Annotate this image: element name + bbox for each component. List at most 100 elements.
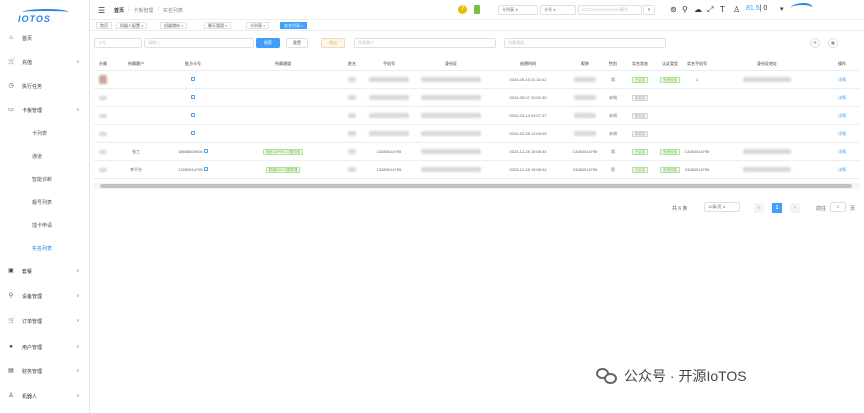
column-header[interactable]: 所属通道 <box>226 57 340 70</box>
filter-field-select[interactable]: 卡号 <box>94 38 142 48</box>
column-header[interactable]: 创建时间 <box>488 57 568 70</box>
current-page[interactable]: 1 <box>772 203 782 213</box>
hamburger-icon[interactable]: ☰ <box>98 6 105 15</box>
sidebar-sub-item[interactable]: 实名列表 <box>32 245 52 252</box>
channel-select[interactable]: 所属通道 <box>504 38 666 48</box>
tag-2[interactable]: 机器储存 × <box>160 22 188 29</box>
column-header[interactable]: 身份证 <box>414 57 488 70</box>
nickname-cell: 13280014795 <box>572 149 598 154</box>
robot-status-icon[interactable]: ♙ <box>733 5 740 14</box>
global-search-button[interactable]: ⚲ <box>643 5 655 15</box>
status-badge: 已实名 <box>624 161 656 178</box>
table-row: 李平台 13280014795 联通5G0-中国联通 13280014795 2023… <box>94 161 860 179</box>
detail-link[interactable]: 详情 <box>824 143 860 160</box>
sidebar-sub-item[interactable]: 靓号列表 <box>32 199 52 206</box>
export-button[interactable]: 导出 <box>321 38 345 48</box>
auth-type-cell <box>656 107 684 124</box>
copy-icon[interactable] <box>191 77 195 81</box>
tag-5[interactable]: 实名列表 × <box>280 22 308 29</box>
tag-1[interactable]: 机器人配置 × <box>116 22 148 29</box>
sidebar-item-n4[interactable]: ▤ 财务管理 ∨ <box>0 365 90 377</box>
robot-icon: ♙ <box>8 393 14 399</box>
copy-icon[interactable] <box>203 167 208 171</box>
copy-icon[interactable] <box>203 149 208 153</box>
sidebar-item-m3[interactable]: ▭ 卡板管理 ∧ <box>0 104 90 116</box>
sidebar-item-n1[interactable]: ⚲ 设备管理 ∨ <box>0 290 90 302</box>
sidebar-sub-item[interactable]: 插卡申请 <box>32 222 52 229</box>
fullscreen-icon[interactable]: ⤢ <box>707 5 713 15</box>
next-page-button[interactable]: › <box>790 203 800 213</box>
sidebar-sub-item[interactable]: 卡列表 <box>32 130 47 137</box>
copy-icon[interactable] <box>191 131 195 135</box>
battery-icon[interactable] <box>474 5 480 14</box>
sidebar-item-m0[interactable]: ⌂ 首页 <box>0 32 90 44</box>
detail-link[interactable]: 详情 <box>824 107 860 124</box>
columns-button[interactable]: ▦ <box>828 38 838 48</box>
copy-icon[interactable] <box>191 113 195 117</box>
column-header[interactable]: 所属客户 <box>112 57 160 70</box>
zoom-icon[interactable]: ⚲ <box>682 5 688 14</box>
breadcrumb: 首页 / 卡板管理 / 实名列表 <box>114 7 183 14</box>
sidebar-item-n5[interactable]: ♙ 机器人 ∨ <box>0 390 90 402</box>
sidebar-sub-item[interactable]: 智能诊断 <box>32 176 52 183</box>
cloud-icon[interactable]: ☁ <box>694 5 702 14</box>
tag-3[interactable]: 聊天管理 × <box>204 22 232 29</box>
sidebar-sub-item[interactable]: 通道 <box>32 153 42 160</box>
customer-cell <box>112 89 160 106</box>
tag-4[interactable]: 卡列表 × <box>246 22 270 29</box>
column-header[interactable]: 实名状态 <box>624 57 656 70</box>
column-header[interactable]: 认证类型 <box>656 57 684 70</box>
type-select[interactable]: 卡列表 ∨ <box>498 5 538 15</box>
gender-cell: 未知 <box>609 112 617 118</box>
user-avatar[interactable] <box>787 3 815 13</box>
field-select[interactable]: 卡号 ∨ <box>540 5 576 15</box>
global-search-input[interactable]: ICCID/MSISDN/IMSI/靓号 <box>578 5 642 15</box>
goto-page-input[interactable]: 1 <box>830 202 846 212</box>
detail-link[interactable]: 详情 <box>824 71 860 88</box>
user-dropdown-icon[interactable]: ▾ <box>780 5 784 13</box>
phone-cell <box>364 107 414 124</box>
card-number-cell <box>160 71 226 88</box>
column-header[interactable]: 昵称 <box>568 57 602 70</box>
refresh-button[interactable]: ⟳ <box>810 38 820 48</box>
tag-0[interactable]: 首页 <box>96 22 112 29</box>
filter-keyword-input[interactable]: 请输入 <box>144 38 254 48</box>
sidebar-item-m2[interactable]: ◷ 执行任务 <box>0 80 90 92</box>
search-button[interactable]: 搜索 <box>256 38 280 48</box>
copy-icon[interactable] <box>191 95 195 99</box>
phone-cell <box>364 125 414 142</box>
sidebar-item-label: 套餐 <box>22 268 33 275</box>
column-header[interactable]: 姓名 <box>340 57 364 70</box>
breadcrumb-home[interactable]: 首页 <box>114 7 124 14</box>
font-size-icon[interactable]: T <box>720 5 725 14</box>
sidebar-item-n2[interactable]: 🛒 订单管理 ∨ <box>0 315 90 327</box>
column-header[interactable]: 性别 <box>602 57 624 70</box>
column-header[interactable]: 头像 <box>94 57 112 70</box>
prev-page-button[interactable]: ‹ <box>754 203 764 213</box>
sidebar-item-n3[interactable]: ● 用户管理 ∨ <box>0 341 90 353</box>
detail-link[interactable]: 详情 <box>824 161 860 178</box>
page-size-select[interactable]: 10条/页 ∨ <box>704 202 740 212</box>
column-header[interactable]: 手机号 <box>364 57 414 70</box>
column-header[interactable]: 实名手机号 <box>684 57 710 70</box>
gender-cell: 男 <box>611 148 615 154</box>
column-header[interactable]: 操作 <box>824 57 860 70</box>
real-phone-cell: 13280014795 <box>684 167 710 172</box>
reset-button[interactable]: 重置 <box>286 38 308 48</box>
customer-select[interactable]: 所属客户 <box>354 38 496 48</box>
device-icon: ⚲ <box>8 293 14 299</box>
chevron-icon: ∨ <box>76 344 80 350</box>
sidebar-item-n0[interactable]: ▣ 套餐 ∨ <box>0 265 90 277</box>
created-time-cell: 2024-05-07 20:52:30 <box>509 95 547 100</box>
sidebar-item-m1[interactable]: 🛒 充值 ∨ <box>0 56 90 68</box>
id-card-cell <box>414 89 488 106</box>
card-number-cell <box>160 125 226 142</box>
help-icon[interactable]: ? <box>458 5 467 14</box>
horizontal-scrollbar[interactable] <box>94 183 860 189</box>
question-icon[interactable]: ⊚ <box>670 5 677 14</box>
column-header[interactable]: 身份证地址 <box>710 57 824 70</box>
sidebar-item-label: 充值 <box>22 59 33 66</box>
column-header[interactable]: 批方卡号 <box>160 57 226 70</box>
detail-link[interactable]: 详情 <box>824 89 860 106</box>
detail-link[interactable]: 详情 <box>824 125 860 142</box>
